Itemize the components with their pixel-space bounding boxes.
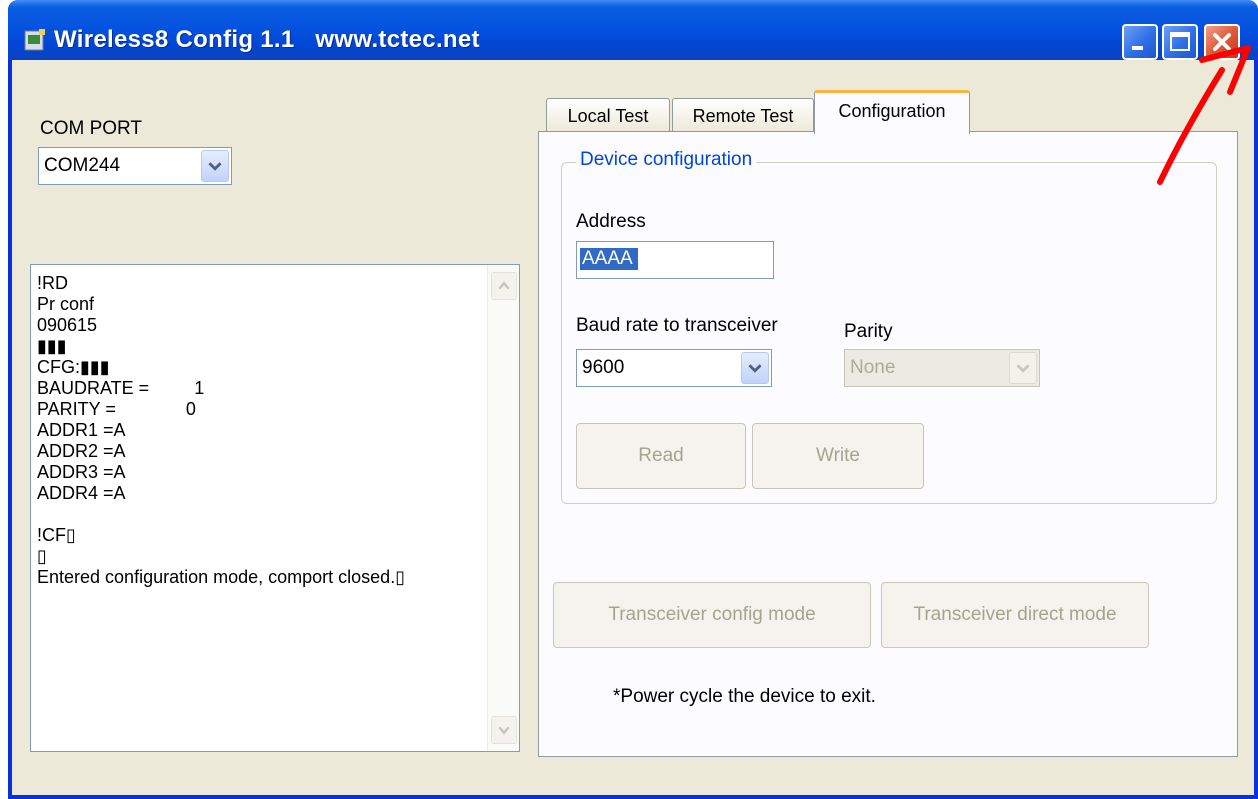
log-line: BAUDRATE = 1 — [37, 378, 205, 398]
baud-rate-label: Baud rate to transceiver — [576, 315, 778, 336]
transceiver-config-mode-button[interactable]: Transceiver config mode — [553, 582, 871, 648]
config-mode-label: Transceiver config mode — [608, 604, 816, 625]
app-window: Wireless8 Config 1.1 www.tctec.net COM P… — [8, 0, 1258, 799]
minimize-button[interactable] — [1122, 24, 1158, 60]
direct-mode-label: Transceiver direct mode — [913, 604, 1117, 625]
chevron-down-icon — [208, 162, 222, 171]
maximize-icon — [1170, 32, 1190, 51]
log-line: ADDR2 =A — [37, 441, 126, 461]
chevron-down-icon — [748, 364, 762, 373]
maximize-button[interactable] — [1162, 24, 1198, 60]
window-title: Wireless8 Config 1.1 www.tctec.net — [54, 26, 480, 53]
power-cycle-note: *Power cycle the device to exit. — [613, 686, 876, 707]
baud-rate-select[interactable]: 9600 — [576, 349, 772, 387]
chevron-down-icon — [498, 726, 510, 735]
log-line: ADDR4 =A — [37, 483, 126, 503]
tab-local-test[interactable]: Local Test — [546, 98, 670, 132]
address-input[interactable] — [580, 248, 638, 270]
tab-configuration-label: Configuration — [838, 101, 946, 121]
parity-label: Parity — [844, 321, 893, 342]
log-scrollbar[interactable] — [487, 265, 519, 751]
tab-remote-test-label: Remote Test — [692, 106, 794, 126]
log-line: ADDR3 =A — [37, 462, 126, 482]
com-port-label: COM PORT — [40, 118, 143, 139]
log-line: Pr conf — [37, 294, 95, 314]
minimize-icon — [1132, 46, 1143, 50]
configuration-panel: Device configuration Address Baud rate t… — [538, 131, 1238, 757]
tab-remote-test[interactable]: Remote Test — [672, 98, 814, 132]
log-line: !CF▯ — [37, 525, 76, 545]
log-line: !RD — [37, 273, 68, 293]
log-line: ▮▮▮ — [37, 336, 67, 356]
title-bar[interactable]: Wireless8 Config 1.1 www.tctec.net — [8, 0, 1258, 60]
write-button-label: Write — [816, 445, 860, 466]
com-port-dropdown-arrow[interactable] — [201, 150, 229, 182]
parity-select[interactable]: None — [844, 349, 1040, 387]
app-icon — [24, 29, 45, 51]
baud-rate-value: 9600 — [582, 357, 625, 378]
chevron-up-icon — [498, 281, 510, 290]
baud-rate-dropdown-arrow[interactable] — [741, 352, 769, 384]
log-line: ▯ — [37, 546, 47, 566]
read-button[interactable]: Read — [576, 423, 746, 489]
log-textbox[interactable]: !RD Pr conf 090615 ▮▮▮ CFG:▮▮▮ BAUDRATE = 1 PA… — [30, 264, 520, 752]
tab-local-test-label: Local Test — [567, 106, 649, 126]
transceiver-direct-mode-button[interactable]: Transceiver direct mode — [881, 582, 1149, 648]
log-line: PARITY = 0 — [37, 399, 196, 419]
log-line: ADDR1 =A — [37, 420, 126, 440]
address-field[interactable] — [576, 241, 774, 279]
device-configuration-group: Device configuration Address Baud rate t… — [561, 149, 1217, 504]
log-line: CFG:▮▮▮ — [37, 357, 110, 377]
log-lines: !RD Pr conf 090615 ▮▮▮ CFG:▮▮▮ BAUDRATE = 1 PA… — [37, 273, 405, 588]
scroll-up-button[interactable] — [491, 272, 517, 300]
com-port-value: COM244 — [44, 155, 121, 176]
log-line: 090615 — [37, 315, 98, 335]
address-label: Address — [576, 211, 646, 232]
parity-value: None — [850, 357, 896, 378]
com-port-select[interactable]: COM244 — [38, 147, 232, 185]
scroll-down-button[interactable] — [491, 716, 517, 744]
close-button[interactable] — [1204, 24, 1240, 60]
group-title: Device configuration — [576, 149, 757, 171]
tab-configuration[interactable]: Configuration — [814, 90, 970, 134]
close-icon — [1213, 33, 1231, 51]
log-line: Entered configuration mode, comport clos… — [37, 567, 406, 587]
parity-dropdown-arrow[interactable] — [1009, 352, 1037, 384]
read-button-label: Read — [638, 445, 684, 466]
write-button[interactable]: Write — [752, 423, 924, 489]
chevron-down-icon — [1016, 364, 1030, 373]
